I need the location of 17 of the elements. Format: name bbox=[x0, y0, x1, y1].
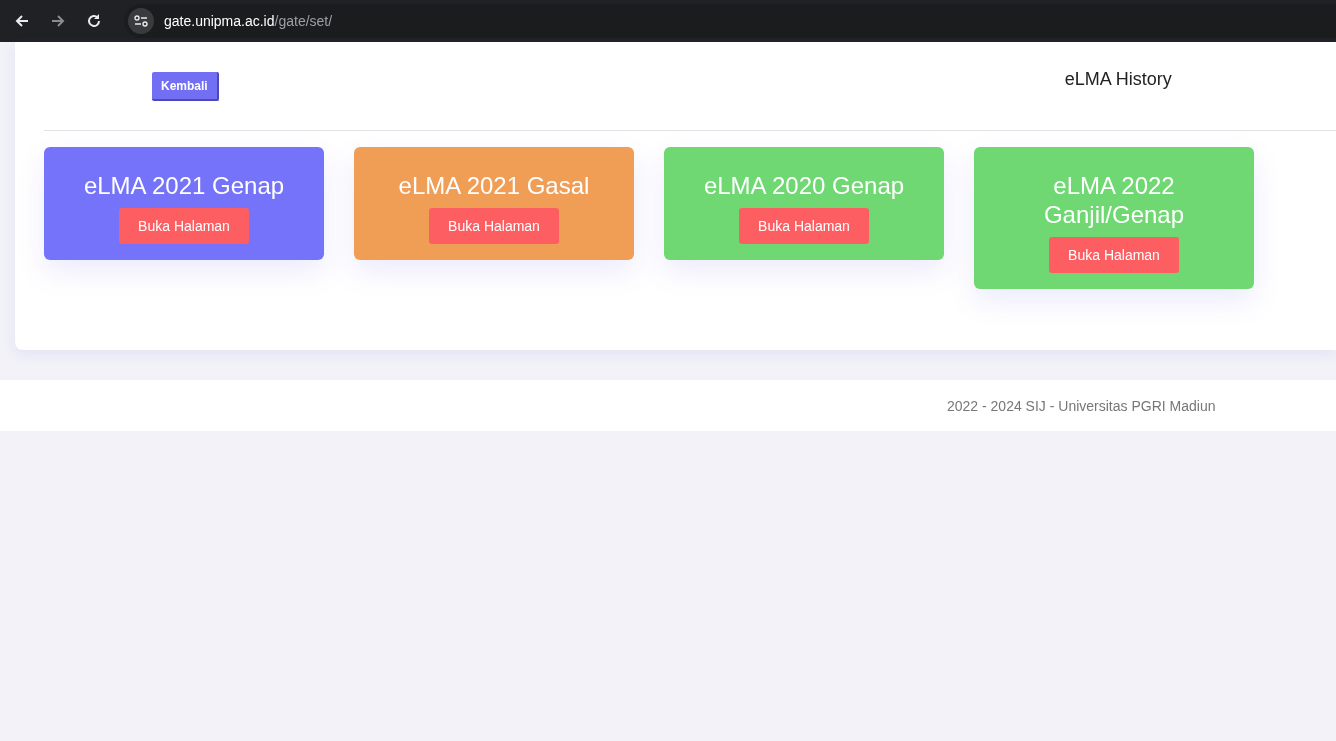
url-text: gate.unipma.ac.id/gate/set/ bbox=[164, 13, 333, 29]
card-title: eLMA 2022 Ganjil/Genap bbox=[1042, 171, 1186, 229]
back-arrow-icon[interactable] bbox=[14, 13, 30, 29]
open-page-button[interactable]: Buka Halaman bbox=[739, 208, 869, 244]
footer-text: 2022 - 2024 SIJ - Universitas PGRI Madiun bbox=[947, 397, 1216, 414]
reload-icon[interactable] bbox=[86, 13, 102, 29]
back-button[interactable]: Kembali bbox=[152, 71, 219, 101]
address-bar[interactable]: gate.unipma.ac.id/gate/set/ bbox=[124, 4, 1336, 38]
page-title: eLMA History bbox=[1064, 68, 1172, 90]
open-page-button[interactable]: Buka Halaman bbox=[1049, 237, 1179, 273]
open-page-button[interactable]: Buka Halaman bbox=[429, 208, 559, 244]
forward-arrow-icon[interactable] bbox=[50, 13, 66, 29]
open-page-button[interactable]: Buka Halaman bbox=[119, 208, 249, 244]
site-settings-icon[interactable] bbox=[128, 8, 154, 34]
card-title: eLMA 2021 Gasal bbox=[398, 171, 590, 200]
card-title: eLMA 2020 Genap bbox=[703, 171, 905, 200]
card-title: eLMA 2021 Genap bbox=[83, 171, 285, 200]
